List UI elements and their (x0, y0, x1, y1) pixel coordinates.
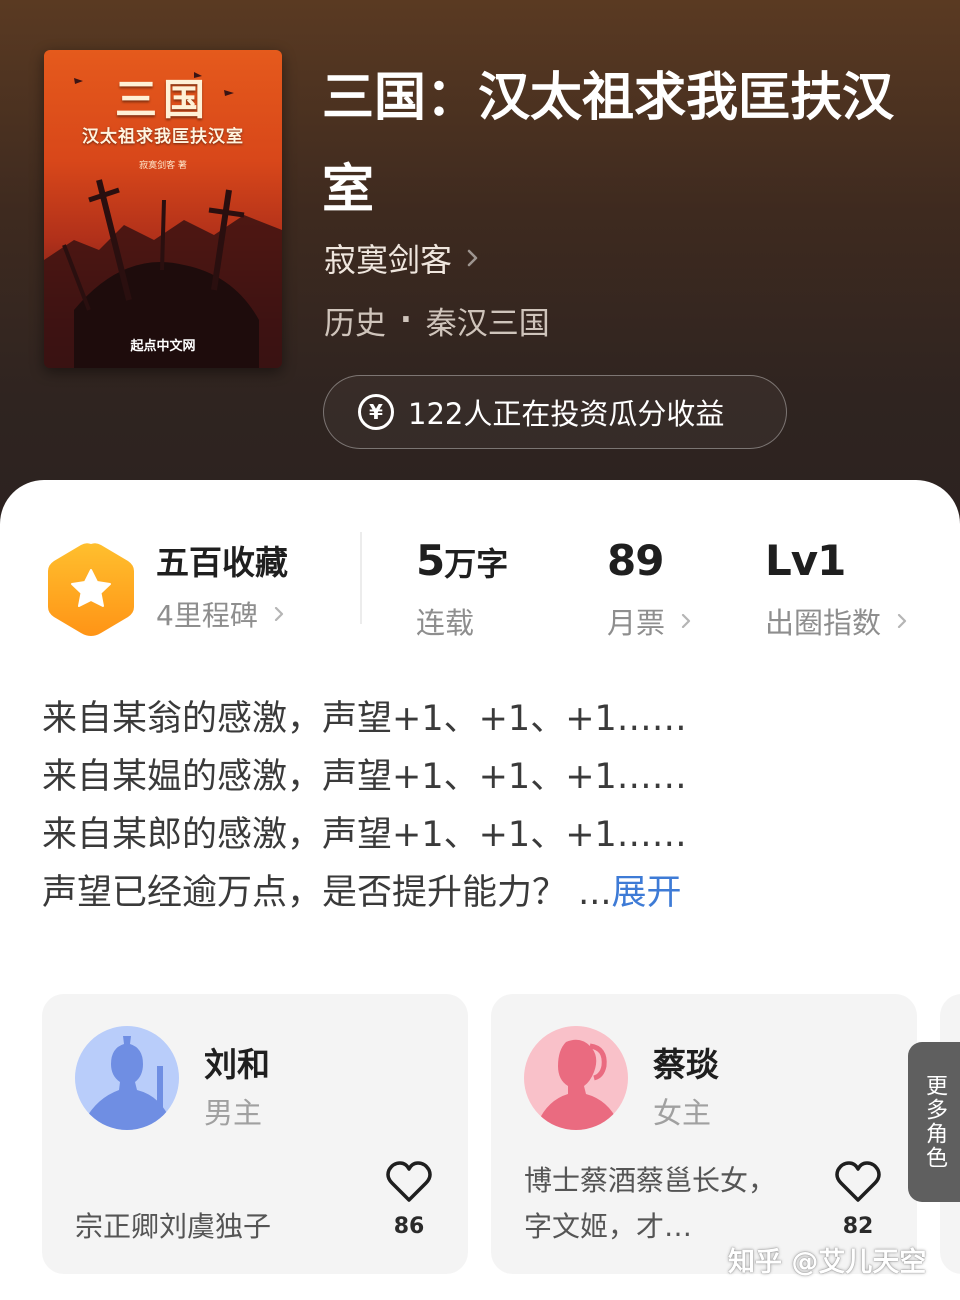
character-name: 刘和 (204, 1045, 270, 1084)
yen-circle-icon: ¥ (358, 394, 394, 430)
genre-tags[interactable]: 历史 · 秦汉三国 (324, 298, 550, 342)
chevron-right-icon (897, 614, 907, 628)
more-roles-label: 更多角色 (922, 1074, 947, 1170)
word-count-stat: 5万字 连载 (416, 534, 508, 642)
male-avatar-icon (75, 1026, 179, 1130)
stats-divider (360, 532, 362, 624)
synopsis-line: 来自某翁的感激，声望+1、+1、+1…… (42, 699, 687, 739)
word-count-value: 5 (416, 536, 445, 585)
genre-sub: 秦汉三国 (425, 305, 550, 342)
book-cover[interactable]: 三国 汉太祖求我匡扶汉室 寂寞剑客 著 起点中文网 (44, 50, 282, 368)
synopsis: 来自某翁的感激，声望+1、+1、+1…… 来自某媪的感激，声望+1、+1、+1…… (42, 690, 902, 922)
cover-title: 三国 (114, 75, 211, 124)
genre-main: 历史 (324, 305, 386, 342)
avatar (524, 1026, 628, 1130)
expand-link[interactable]: 展开 (612, 873, 682, 913)
cover-subtitle: 汉太祖求我匡扶汉室 (82, 127, 244, 147)
star-hexagon-icon (48, 543, 134, 636)
character-desc: 宗正卿刘虞独子 (75, 1210, 272, 1243)
invest-text: 122人正在投资瓜分收益 (408, 397, 725, 431)
author-name: 寂寞剑客 (324, 241, 453, 279)
cover-author: 寂寞剑客 著 (139, 161, 187, 171)
word-count-label: 连载 (416, 606, 475, 640)
monthly-votes-value: 89 (607, 536, 664, 585)
character-card[interactable]: 蔡琰 女主 博士蔡酒蔡邕长女，字文姬，才… 82 (491, 994, 917, 1274)
circle-index-label: 出圈指数 (765, 606, 882, 640)
monthly-votes-label: 月票 (607, 606, 666, 640)
female-avatar-icon (524, 1026, 628, 1130)
like-button[interactable]: 86 (384, 1160, 434, 1239)
synopsis-line: 来自某郎的感激，声望+1、+1、+1…… (42, 815, 687, 855)
heart-outline-icon (835, 1161, 881, 1202)
word-count-unit: 万字 (444, 545, 509, 583)
more-roles-button[interactable]: 更多角色 (908, 1042, 960, 1202)
chevron-right-icon (681, 614, 691, 628)
book-title: 三国：汉太祖求我匡扶汉室 (322, 67, 895, 220)
cover-publisher: 起点中文网 (130, 339, 196, 354)
milestone-stat[interactable]: 五百收藏 4里程碑 (156, 540, 288, 634)
like-count: 82 (842, 1214, 874, 1239)
avatar (75, 1026, 179, 1130)
invest-button[interactable]: ¥ 122人正在投资瓜分收益 (323, 375, 787, 449)
author-link[interactable]: 寂寞剑客 (324, 236, 482, 280)
like-count: 86 (393, 1214, 425, 1239)
character-name: 蔡琰 (653, 1045, 719, 1084)
like-button[interactable]: 82 (833, 1160, 883, 1239)
synopsis-line: 声望已经逾万点，是否提升能力？ ... (42, 873, 612, 913)
character-role: 女主 (653, 1096, 712, 1130)
milestone-title: 五百收藏 (156, 543, 288, 582)
circle-index-value: Lv1 (765, 536, 846, 585)
circle-index-stat[interactable]: Lv1 出圈指数 (765, 534, 909, 642)
genre-separator: · (400, 302, 412, 338)
chevron-right-icon (467, 249, 478, 267)
character-role: 男主 (204, 1096, 263, 1130)
milestone-sub: 4里程碑 (156, 599, 258, 632)
monthly-votes-stat[interactable]: 89 月票 (607, 534, 693, 642)
synopsis-line: 来自某媪的感激，声望+1、+1、+1…… (42, 757, 687, 797)
chevron-right-icon (274, 607, 283, 621)
heart-outline-icon (386, 1161, 432, 1202)
character-card[interactable]: 刘和 男主 宗正卿刘虞独子 86 (42, 994, 468, 1274)
watermark: 知乎 @艾儿天空 (728, 1247, 927, 1278)
character-desc: 博士蔡酒蔡邕长女，字文姬，才… (524, 1164, 777, 1243)
